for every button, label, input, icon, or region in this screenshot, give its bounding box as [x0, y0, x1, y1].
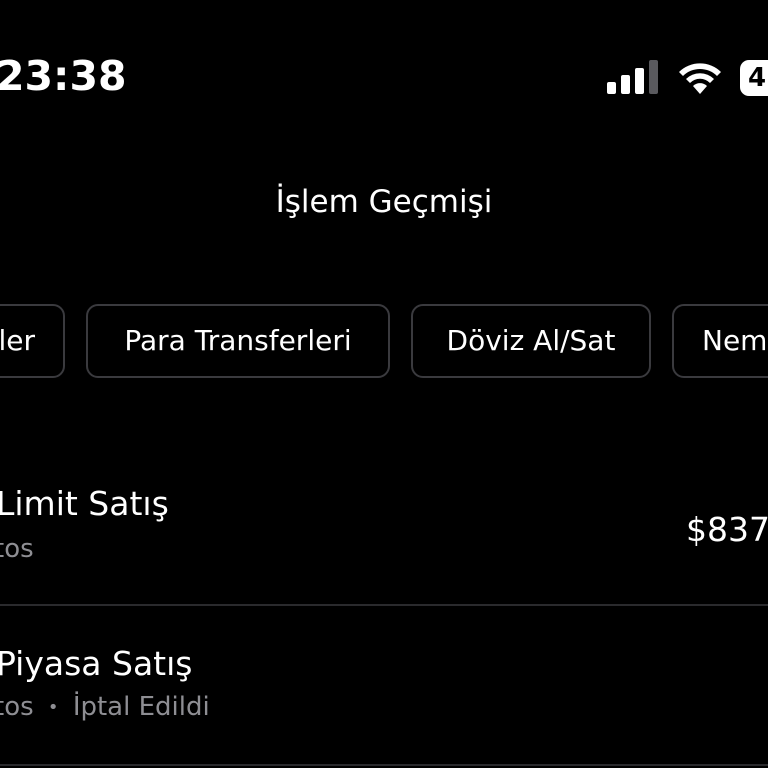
transaction-row[interactable]: Limit Satış tos $837: [0, 480, 768, 606]
filter-chip-para-transferleri[interactable]: Para Transferleri: [86, 304, 390, 378]
transaction-subtitle: tos • İptal Edildi: [0, 692, 210, 722]
row-divider: [0, 604, 768, 606]
battery-icon: 4: [740, 60, 768, 96]
filter-chip-row: ler Para Transferleri Döviz Al/Sat Nem: [0, 304, 768, 382]
separator-dot: •: [47, 697, 59, 718]
filter-chip-partial-left[interactable]: ler: [0, 304, 65, 378]
transaction-title: Piyasa Satış: [0, 644, 193, 683]
page-title: İşlem Geçmişi: [275, 184, 493, 220]
filter-chip-doviz-al-sat[interactable]: Döviz Al/Sat: [411, 304, 651, 378]
row-divider: [0, 764, 768, 766]
transaction-source: tos: [0, 692, 34, 722]
transaction-history-screen: 23:38 4 İşlem Geçmişi ler Para Transferl…: [0, 0, 768, 768]
battery-level: 4: [748, 63, 767, 93]
filter-chip-nem[interactable]: Nem: [672, 304, 768, 378]
status-time: 23:38: [0, 52, 127, 100]
transaction-row[interactable]: Piyasa Satış tos • İptal Edildi: [0, 640, 768, 766]
transaction-amount: $837: [686, 510, 768, 549]
cellular-signal-icon: [607, 60, 658, 94]
transaction-status: İptal Edildi: [72, 692, 210, 722]
transaction-title: Limit Satış: [0, 484, 169, 523]
wifi-icon: [679, 63, 721, 94]
transaction-subtitle: tos: [0, 534, 34, 564]
